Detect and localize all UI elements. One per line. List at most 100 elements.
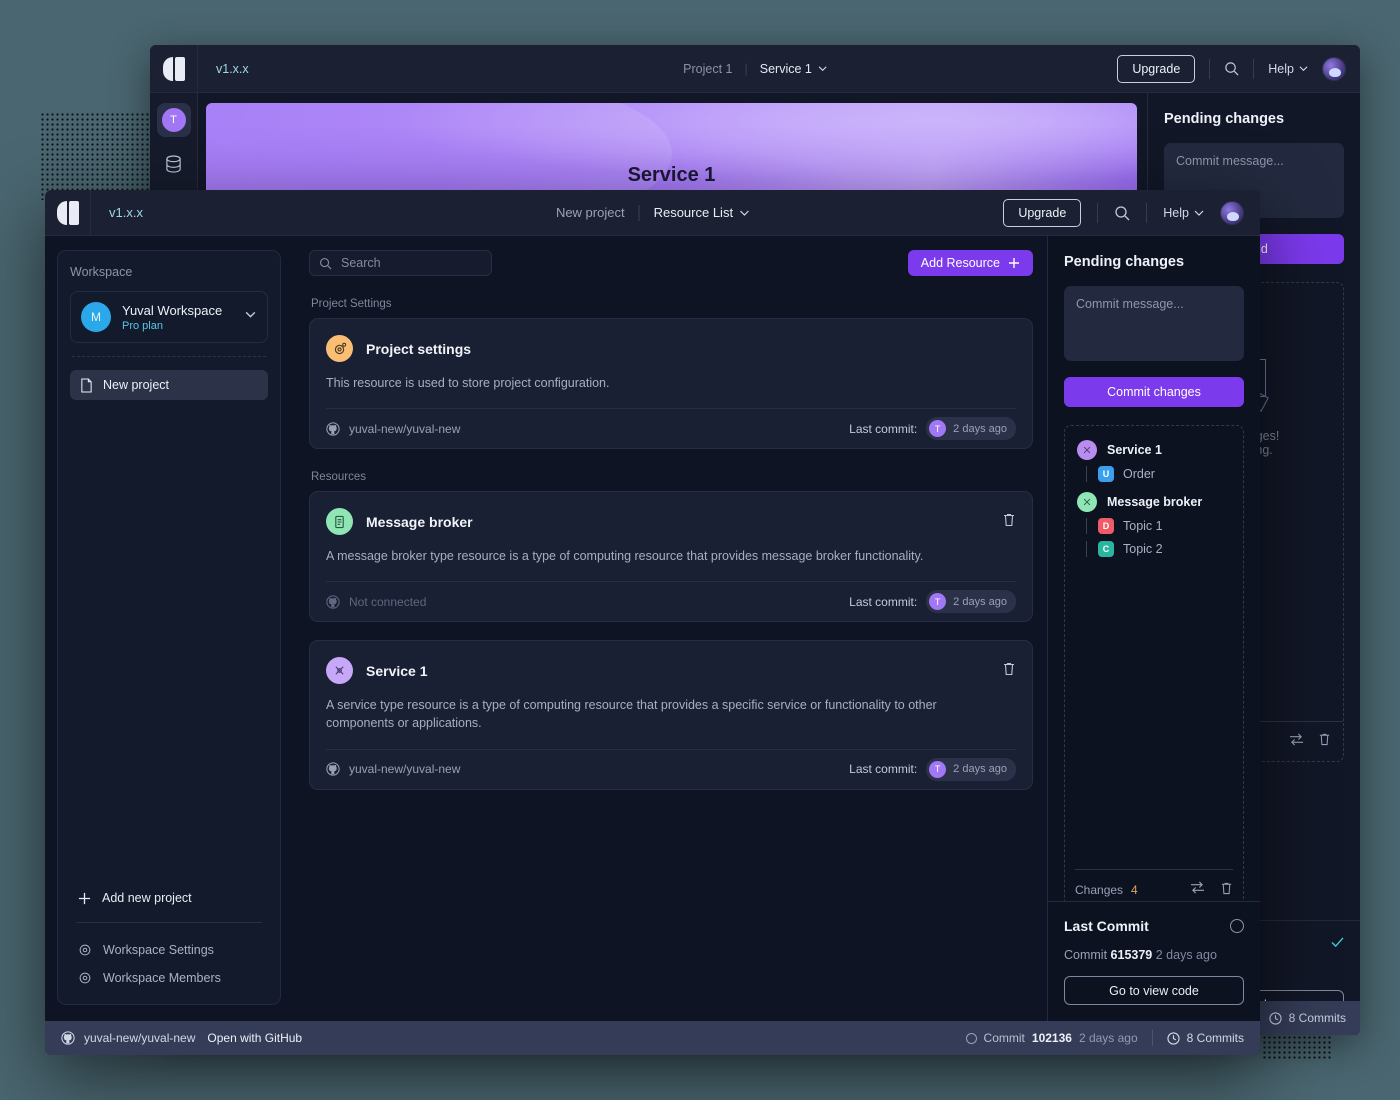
- help-menu[interactable]: Help: [1268, 62, 1308, 76]
- trash-icon[interactable]: [1220, 881, 1233, 898]
- resource-card-service-1[interactable]: Service 1 A service type resource is a t…: [309, 640, 1033, 790]
- status-repo-name: yuval-new/yuval-new: [84, 1031, 196, 1045]
- user-avatar[interactable]: [1322, 56, 1346, 81]
- status-commit-label: Commit: [983, 1031, 1025, 1045]
- app-logo[interactable]: [45, 190, 91, 236]
- database-icon: [166, 154, 181, 173]
- broker-icon: [326, 508, 353, 536]
- rail-item-database[interactable]: [157, 147, 191, 181]
- breadcrumb-project[interactable]: New project: [556, 205, 625, 220]
- add-new-project-button[interactable]: Add new project: [70, 887, 268, 909]
- service-icon: [326, 657, 353, 685]
- trash-icon[interactable]: [1318, 732, 1331, 751]
- last-commit-header: Last Commit: [1064, 918, 1244, 934]
- add-resource-label: Add Resource: [920, 256, 1000, 270]
- tree-child-topic-1[interactable]: D Topic 1: [1086, 518, 1231, 534]
- resource-card-project-settings[interactable]: Project settings This resource is used t…: [309, 318, 1033, 450]
- background-breadcrumb: Project 1 | Service 1: [683, 62, 827, 76]
- last-commit-section: Last Commit Commit 615379 2 days ago Go …: [1048, 901, 1260, 1021]
- breadcrumb-project[interactable]: Project 1: [683, 62, 732, 76]
- status-repo[interactable]: yuval-new/yuval-new: [61, 1031, 195, 1045]
- status-commit: Commit 102136 2 days ago: [965, 1031, 1138, 1045]
- divider: [1253, 58, 1255, 79]
- status-bar: yuval-new/yuval-new Open with GitHub Com…: [45, 1021, 1260, 1055]
- pending-changes-panel: Pending changes Commit message... Commit…: [1047, 236, 1260, 1021]
- workspace-plan: Pro plan: [122, 319, 163, 332]
- sidebar-item-label: Workspace Members: [103, 971, 221, 985]
- trash-icon: [1004, 662, 1014, 675]
- last-commit-ago: 2 days ago: [953, 422, 1007, 435]
- card-footer: Not connected Last commit: T 2 days ago: [326, 581, 1016, 621]
- divider: [1097, 202, 1099, 223]
- github-icon: [326, 595, 340, 609]
- workspace-selector[interactable]: M Yuval Workspace Pro plan: [70, 291, 268, 343]
- chevron-down-icon: [818, 66, 827, 72]
- card-header: Project settings: [310, 319, 1032, 362]
- section-label-project-settings: Project Settings: [311, 298, 392, 310]
- upgrade-button[interactable]: Upgrade: [1003, 198, 1082, 227]
- breadcrumb-current[interactable]: Service 1: [760, 62, 827, 76]
- background-topbar-actions: Upgrade Help: [1117, 54, 1360, 83]
- card-description: A service type resource is a type of com…: [326, 698, 937, 731]
- commits-count[interactable]: 8 Commits: [1269, 1011, 1346, 1025]
- sidebar-item-label: Workspace Settings: [103, 943, 214, 957]
- chevron-down-icon: [739, 210, 749, 216]
- workspace-label: Workspace: [70, 265, 133, 279]
- check-icon: [1331, 937, 1344, 948]
- tree-child-order[interactable]: U Order: [1086, 466, 1231, 482]
- resource-card-message-broker[interactable]: Message broker A message broker type res…: [309, 491, 1033, 623]
- commit-changes-button[interactable]: Commit changes: [1064, 377, 1244, 407]
- compare-arrows-icon[interactable]: [1190, 881, 1205, 898]
- breadcrumb-current[interactable]: Resource List: [654, 205, 749, 220]
- delete-resource-button[interactable]: [1002, 512, 1016, 532]
- search-input[interactable]: Search: [309, 250, 492, 276]
- sidebar-item-workspace-settings[interactable]: Workspace Settings: [70, 936, 268, 964]
- avatar: T: [161, 108, 186, 132]
- tree-node-service-1[interactable]: Service 1: [1077, 440, 1231, 460]
- sidebar-item-workspace-members[interactable]: Workspace Members: [70, 964, 268, 992]
- tree-child-label: Order: [1123, 467, 1155, 481]
- search-icon[interactable]: [1114, 205, 1130, 221]
- repo-link[interactable]: yuval-new/yuval-new: [326, 762, 460, 776]
- github-icon: [61, 1031, 75, 1045]
- commit-label: Commit: [1064, 948, 1108, 962]
- breadcrumb-separator: |: [744, 61, 748, 76]
- tree-node-message-broker[interactable]: Message broker: [1077, 492, 1231, 512]
- main-content: Search Add Resource Project Settings Pro…: [293, 236, 1047, 1021]
- body: Workspace M Yuval Workspace Pro plan New…: [45, 236, 1260, 1021]
- tree-child-topic-2[interactable]: C Topic 2: [1086, 541, 1231, 557]
- sidebar-item-new-project[interactable]: New project: [70, 370, 268, 400]
- commit-message-input[interactable]: Commit message...: [1064, 286, 1244, 361]
- avatar: T: [929, 420, 947, 438]
- last-commit-details: Commit 615379 2 days ago: [1064, 948, 1244, 962]
- divider: [1151, 1030, 1153, 1046]
- repo-link[interactable]: yuval-new/yuval-new: [326, 422, 460, 436]
- foreground-window[interactable]: v1.x.x New project Resource List Upgrade…: [45, 190, 1260, 1055]
- compare-arrows-icon[interactable]: [1289, 733, 1304, 751]
- entity-badge: C: [1098, 541, 1114, 557]
- delete-resource-button[interactable]: [1002, 661, 1016, 681]
- status-commit-hash: 102136: [1031, 1031, 1072, 1045]
- service-banner: Service 1: [206, 103, 1137, 195]
- changes-count: 4: [1131, 882, 1138, 897]
- plus-icon: [1009, 258, 1019, 268]
- open-with-github-link[interactable]: Open with GitHub: [207, 1031, 302, 1045]
- upgrade-button[interactable]: Upgrade: [1117, 54, 1196, 83]
- search-icon[interactable]: [1224, 61, 1239, 76]
- card-description: This resource is used to store project c…: [326, 376, 610, 390]
- app-logo[interactable]: [150, 45, 198, 93]
- repo-name: yuval-new/yuval-new: [349, 421, 461, 436]
- rail-item-avatar[interactable]: T: [156, 103, 191, 137]
- chevron-down-icon: [244, 308, 257, 326]
- settings-gear-icon: [326, 335, 353, 362]
- divider: [72, 356, 266, 357]
- go-to-view-code-button[interactable]: Go to view code: [1064, 976, 1244, 1005]
- search-placeholder: Search: [341, 256, 381, 270]
- help-menu[interactable]: Help: [1163, 206, 1204, 220]
- avatar: T: [929, 760, 947, 778]
- card-description: A message broker type resource is a type…: [326, 549, 924, 564]
- add-resource-button[interactable]: Add Resource: [907, 250, 1033, 276]
- status-commits-count[interactable]: 8 Commits: [1167, 1031, 1244, 1045]
- gear-icon: [79, 944, 91, 956]
- user-avatar[interactable]: [1220, 200, 1244, 225]
